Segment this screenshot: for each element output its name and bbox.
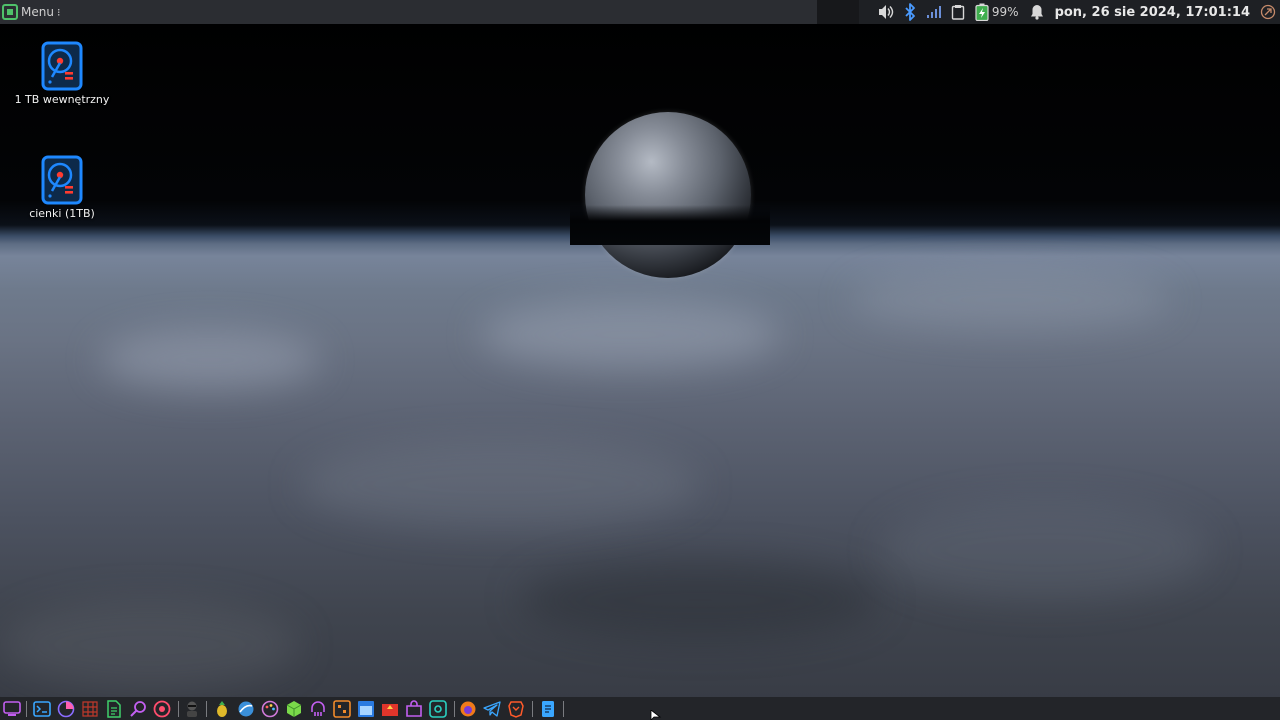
menu-icon — [2, 4, 18, 20]
battery-percent: 99% — [991, 5, 1019, 19]
firefox-icon[interactable] — [458, 699, 478, 719]
hard-drive-icon — [41, 41, 83, 91]
hard-drive-icon — [41, 155, 83, 205]
menu-label: Menu — [21, 5, 54, 19]
disk-usage-icon[interactable] — [56, 699, 76, 719]
clock[interactable]: pon, 26 sie 2024, 17:01:14 — [1055, 5, 1250, 20]
desktop-icon-label: cienki (1TB) — [29, 207, 95, 220]
pineapple-icon[interactable] — [212, 699, 232, 719]
window-list-area — [0, 0, 817, 24]
browser-icon[interactable] — [236, 699, 256, 719]
top-panel: Menu ⁝ 99% pon, 26 sie 2024, 17:01:14 — [0, 0, 1280, 24]
text-editor-icon[interactable] — [104, 699, 124, 719]
system-tray: 99% pon, 26 sie 2024, 17:01:14 — [874, 0, 1280, 24]
octopus-icon[interactable] — [308, 699, 328, 719]
telegram-icon[interactable] — [482, 699, 502, 719]
grid-app-icon[interactable] — [80, 699, 100, 719]
record-icon[interactable] — [152, 699, 172, 719]
show-desktop-icon[interactable] — [2, 699, 22, 719]
panel-spacer — [817, 0, 859, 24]
notification-bell-icon[interactable] — [1027, 2, 1047, 22]
clipboard-icon[interactable] — [948, 2, 968, 22]
menu-button[interactable]: Menu ⁝ — [2, 2, 60, 22]
cube-icon[interactable] — [284, 699, 304, 719]
store-icon[interactable] — [404, 699, 424, 719]
palette-icon[interactable] — [260, 699, 280, 719]
battery-icon[interactable] — [972, 2, 992, 22]
menu-dots: ⁝ — [56, 5, 61, 19]
mouse-cursor-icon — [650, 710, 662, 720]
brave-icon[interactable] — [506, 699, 526, 719]
hacker-icon[interactable] — [182, 699, 202, 719]
presentation-icon[interactable] — [380, 699, 400, 719]
desktop-icon-internal-drive[interactable]: 1 TB wewnętrzny — [7, 41, 117, 106]
bottom-dock — [0, 697, 1280, 720]
volume-icon[interactable] — [876, 2, 896, 22]
network-signal-icon[interactable] — [924, 2, 944, 22]
window-manager-icon[interactable] — [356, 699, 376, 719]
bluetooth-icon[interactable] — [900, 2, 920, 22]
desktop-wallpaper — [0, 0, 1280, 720]
desktop-icon-thin-drive[interactable]: cienki (1TB) — [7, 155, 117, 220]
planet — [585, 112, 751, 278]
search-icon[interactable] — [128, 699, 148, 719]
session-icon[interactable] — [1258, 2, 1278, 22]
screenshot-icon[interactable] — [428, 699, 448, 719]
desktop-icon-label: 1 TB wewnętrzny — [14, 93, 110, 106]
terminal-icon[interactable] — [32, 699, 52, 719]
files-icon[interactable] — [538, 699, 558, 719]
tools-icon[interactable] — [332, 699, 352, 719]
